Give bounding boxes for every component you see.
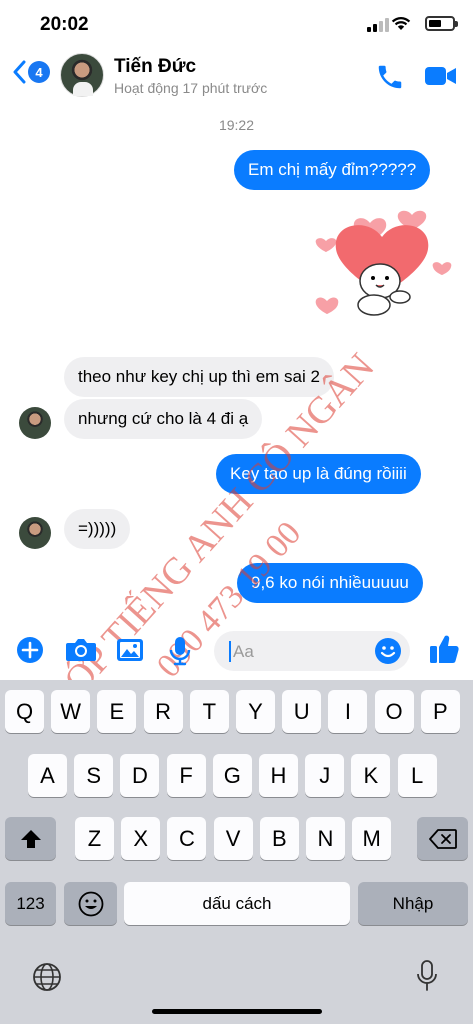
wifi-icon bbox=[391, 16, 411, 30]
camera-icon[interactable] bbox=[65, 636, 97, 664]
backspace-icon bbox=[428, 828, 457, 849]
globe-icon[interactable] bbox=[32, 962, 62, 992]
shift-arrow-icon bbox=[20, 829, 41, 848]
key-x[interactable]: X bbox=[121, 817, 161, 860]
key-d[interactable]: D bbox=[120, 754, 160, 797]
key-t[interactable]: T bbox=[189, 690, 229, 733]
message-input[interactable]: Aa bbox=[214, 631, 410, 671]
contact-active-status: Hoạt động 17 phút trước bbox=[114, 80, 268, 96]
backspace-key[interactable] bbox=[417, 817, 468, 860]
phone-call-icon[interactable] bbox=[375, 62, 405, 92]
thumbs-up-icon[interactable] bbox=[428, 633, 460, 665]
back-button[interactable]: 4 bbox=[12, 60, 50, 84]
chevron-left-icon bbox=[13, 60, 26, 84]
outgoing-message[interactable]: Key tao up là đúng rồiiii bbox=[216, 454, 421, 494]
dictation-microphone-icon[interactable] bbox=[416, 960, 438, 992]
sender-avatar[interactable] bbox=[19, 407, 51, 439]
key-l[interactable]: L bbox=[397, 754, 437, 797]
incoming-message[interactable]: =))))) bbox=[64, 509, 131, 549]
conversation-header: 4 Tiến Đức Hoạt động 17 phút trước bbox=[0, 46, 473, 104]
key-i[interactable]: I bbox=[328, 690, 368, 733]
sender-avatar[interactable] bbox=[19, 517, 51, 549]
gallery-icon[interactable] bbox=[116, 636, 144, 664]
status-time: 20:02 bbox=[40, 14, 89, 35]
text-cursor bbox=[229, 641, 231, 662]
unread-count-badge: 4 bbox=[28, 61, 50, 83]
incoming-message[interactable]: nhưng cứ cho là 4 đi ạ bbox=[64, 399, 263, 439]
plus-icon[interactable] bbox=[16, 636, 44, 664]
contact-avatar[interactable] bbox=[60, 53, 104, 97]
smiley-icon bbox=[78, 891, 103, 916]
key-a[interactable]: A bbox=[28, 754, 67, 797]
key-h[interactable]: H bbox=[259, 754, 298, 797]
key-k[interactable]: K bbox=[351, 754, 391, 797]
key-j[interactable]: J bbox=[305, 754, 345, 797]
shift-key[interactable] bbox=[5, 817, 56, 860]
numbers-key[interactable]: 123 bbox=[5, 882, 56, 925]
outgoing-message[interactable]: 9,6 ko nói nhiềuuuuu bbox=[237, 563, 423, 603]
message-composer: Aa bbox=[0, 627, 473, 677]
key-m[interactable]: M bbox=[352, 817, 392, 860]
emoji-keyboard-key[interactable] bbox=[64, 882, 117, 925]
key-p[interactable]: P bbox=[420, 690, 460, 733]
outgoing-message[interactable]: Em chị mấy đỉm????? bbox=[234, 150, 431, 190]
heart-character-sticker[interactable] bbox=[312, 205, 462, 335]
key-v[interactable]: V bbox=[213, 817, 253, 860]
cellular-signal-icon bbox=[367, 18, 389, 32]
key-z[interactable]: Z bbox=[75, 817, 114, 860]
status-bar: 20:02 bbox=[0, 0, 473, 46]
key-w[interactable]: W bbox=[51, 690, 91, 733]
home-indicator[interactable] bbox=[152, 1009, 322, 1014]
incoming-message[interactable]: theo như key chị up thì em sai 2 bbox=[64, 357, 334, 397]
key-g[interactable]: G bbox=[212, 754, 252, 797]
key-q[interactable]: Q bbox=[5, 690, 44, 733]
key-u[interactable]: U bbox=[282, 690, 322, 733]
space-key[interactable]: dấu cách bbox=[124, 882, 350, 925]
message-input-placeholder: Aa bbox=[233, 642, 254, 661]
key-c[interactable]: C bbox=[167, 817, 207, 860]
return-key[interactable]: Nhập bbox=[358, 882, 468, 925]
key-r[interactable]: R bbox=[143, 690, 183, 733]
battery-icon bbox=[425, 16, 458, 31]
contact-name[interactable]: Tiến Đức bbox=[114, 56, 196, 78]
key-s[interactable]: S bbox=[74, 754, 114, 797]
microphone-icon[interactable] bbox=[168, 636, 192, 666]
message-timestamp: 19:22 bbox=[218, 117, 255, 133]
onscreen-keyboard: QWERTYUIOP ASDFGHJKL ZXCVBNM 123 dấu các… bbox=[0, 680, 473, 1024]
key-y[interactable]: Y bbox=[236, 690, 275, 733]
key-o[interactable]: O bbox=[374, 690, 414, 733]
emoji-icon[interactable] bbox=[374, 637, 402, 665]
key-n[interactable]: N bbox=[306, 817, 345, 860]
key-f[interactable]: F bbox=[166, 754, 206, 797]
video-call-icon[interactable] bbox=[424, 64, 458, 88]
key-e[interactable]: E bbox=[97, 690, 137, 733]
key-b[interactable]: B bbox=[259, 817, 299, 860]
